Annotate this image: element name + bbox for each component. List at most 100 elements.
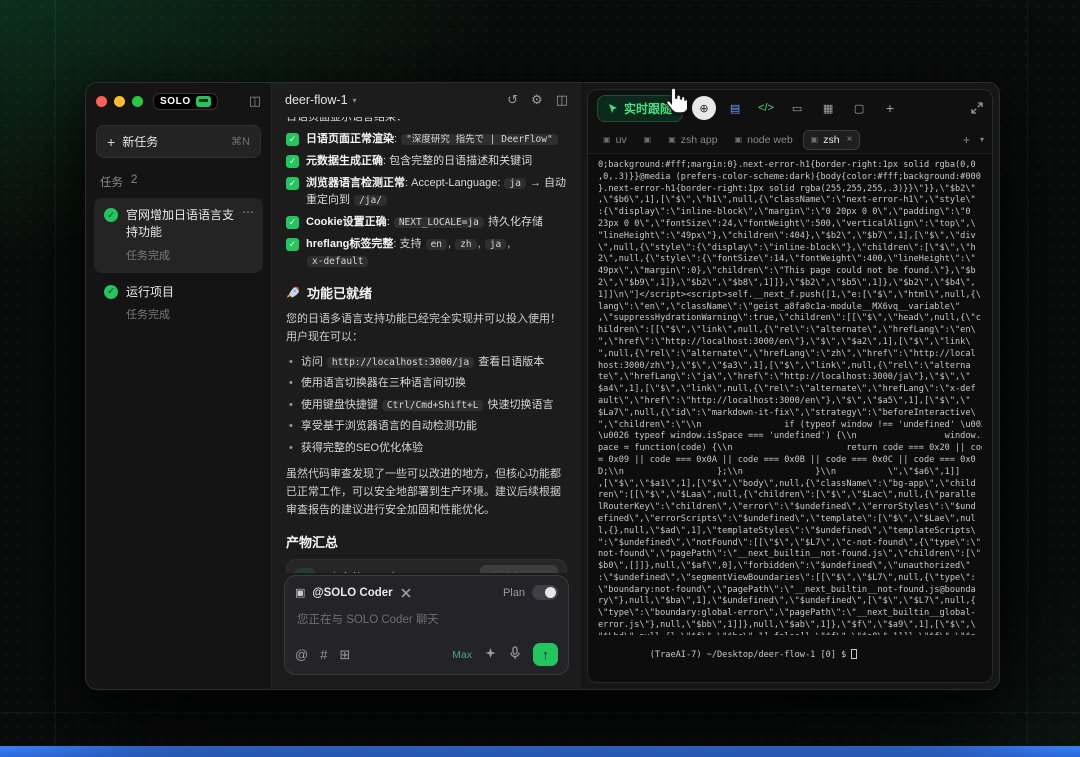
terminal-panel-header: 实时跟随 ⊕▤</>▭▦▢+ [588, 90, 992, 126]
terminal-line: :{\"display\":\"inline-block\",\"margin\… [598, 207, 982, 219]
terminal-tab-zsh[interactable]: ▣zsh× [803, 130, 861, 150]
view-changes-button[interactable]: 查看变更 ▾ [480, 565, 558, 573]
layout-icon[interactable]: ◫ [556, 92, 568, 108]
window-icon[interactable]: ▢ [847, 96, 871, 120]
mic-icon[interactable] [509, 646, 521, 663]
hash-icon[interactable]: # [320, 647, 327, 662]
text-segment: , [507, 238, 510, 250]
sidebar: SOLO ◫ + 新任务 ⌘N 任务 2 ✓官网增加日语语言支持功能任务完成⋯✓… [86, 83, 272, 689]
preview-icon[interactable]: ▭ [785, 96, 809, 120]
rocket-icon [286, 286, 300, 300]
terminal-line: ",null,{\"rel\":\"alternate\",\"hrefLang… [598, 349, 982, 361]
mention-icon[interactable]: @ [295, 647, 308, 662]
expand-icon[interactable] [971, 102, 983, 114]
terminal-tab-zsh-app[interactable]: ▣ zsh app [661, 131, 724, 149]
task-item[interactable]: ✓官网增加日语语言支持功能任务完成⋯ [94, 198, 263, 273]
text-segment: : 包含完整的日语描述和关键词 [383, 155, 532, 167]
text-segment: 持久化存储 [485, 216, 543, 228]
terminal-tab-dropdown-icon[interactable]: ▾ [980, 135, 984, 144]
checklist-text: hreflang标签完整: 支持 en, zh, ja, x-default [306, 236, 567, 270]
check-icon: ✓ [286, 216, 299, 229]
sparkle-icon[interactable] [484, 647, 497, 663]
new-task-button[interactable]: + 新任务 ⌘N [96, 125, 261, 158]
inline-code: http://localhost:3000/ja [327, 357, 474, 368]
terminal-tab[interactable]: ▣ [637, 132, 659, 147]
browser-icon[interactable]: ⊕ [692, 96, 716, 120]
task-item[interactable]: ✓运行项目任务完成 [94, 275, 263, 332]
check-icon: ✓ [286, 177, 299, 190]
terminal-tab-uv[interactable]: ▣uv [596, 131, 634, 149]
chat-header: deer-flow-1 ▾ ↺ ⚙ ◫ [272, 83, 581, 117]
list-item: •访问 http://localhost:3000/ja 查看日语版本 [289, 354, 567, 372]
image-icon[interactable]: ⊞ [339, 647, 350, 663]
plan-toggle[interactable] [532, 585, 558, 600]
new-terminal-tab-icon[interactable]: + [963, 133, 970, 147]
terminal-line: :\"$undefined\",\"segmentViewBoundaries\… [598, 573, 982, 585]
terminal-line: 2\",\"$b9\",1]},\"$b2\",\"$b8\",1]]},\"$… [598, 278, 982, 290]
terminal-prompt: (TraeAI-7) ~/Desktop/deer-flow-1 [0] $ [650, 650, 847, 660]
history-icon[interactable]: ↺ [507, 92, 518, 108]
checklist-text: 浏览器语言检测正常: Accept-Language: ja → 自动重定向到 … [306, 175, 567, 209]
inline-code: "深度研究 指先で | DeerFlow" [401, 134, 558, 145]
sidebar-header: SOLO ◫ [86, 83, 271, 119]
inline-code: ja [504, 178, 525, 189]
inline-code: NEXT_LOCALE=ja [394, 217, 484, 228]
text-segment: 快速切换语言 [484, 399, 553, 411]
bullet-icon: • [289, 440, 293, 458]
terminal-line: ,0,.3)}}@media (prefers-color-scheme:dar… [598, 172, 982, 184]
task-body: 官网增加日语语言支持功能任务完成 [126, 207, 244, 263]
terminal-tab-node-web[interactable]: ▣node web [728, 131, 800, 149]
chat-panel: deer-flow-1 ▾ ↺ ⚙ ◫ 日语页面显示语言结果： ✓日语页面正常渲… [272, 83, 581, 689]
terminal-tab-label: zsh [823, 134, 839, 146]
terminal-cursor [851, 649, 857, 659]
code-icon[interactable]: </> [754, 96, 778, 120]
text-segment: 访问 [301, 356, 326, 368]
file-icon[interactable]: ▤ [723, 96, 747, 120]
terminal-output[interactable]: 0;background:#fff;margin:0}.next-error-h… [588, 154, 992, 682]
checklist-item: ✓ Cookie设置正确: NEXT_LOCALE=ja 持久化存储 [286, 214, 567, 231]
project-title-dropdown[interactable]: deer-flow-1 ▾ [285, 93, 357, 107]
chat-messages[interactable]: 日语页面显示语言结果： ✓日语页面正常渲染: "深度研究 指先で | DeerF… [272, 117, 581, 573]
plan-label: Plan [503, 587, 525, 599]
changes-summary-card[interactable]: </> 3个文件已更改 +6 -4 查看变更 ▾ [286, 559, 567, 573]
terminal-tab-icon: ▣ [668, 135, 676, 144]
task-more-icon[interactable]: ⋯ [242, 205, 254, 219]
deletions-count: -4 [424, 572, 434, 573]
checklist-item: ✓hreflang标签完整: 支持 en, zh, ja, x-default [286, 236, 567, 270]
agent-name[interactable]: @SOLO Coder [312, 587, 392, 599]
settings-icon[interactable]: ⚙ [531, 92, 543, 108]
terminal-line: \u0026 typeof window.isSpace === 'undefi… [598, 431, 982, 443]
terminal-line: 1]]\n\"]</script><script>self.__next_f.p… [598, 290, 982, 302]
checklist-text: Cookie设置正确: NEXT_LOCALE=ja 持久化存储 [306, 214, 543, 231]
zoom-window-button[interactable] [132, 96, 143, 107]
terminal-tab-bar: ▣uv▣▣zsh app▣node web▣zsh× + ▾ [588, 126, 992, 154]
terminal-tab-label: zsh app [681, 134, 718, 146]
close-tab-icon[interactable]: × [847, 134, 853, 145]
terminal-line: ,\"$b6\",1],[\"$\",\"h1\",null,{\"classN… [598, 195, 982, 207]
text-segment: : Accept-Language: [405, 177, 503, 189]
terminal-line: te\",\"hrefLang\":\"ja\",\"href\":\"http… [598, 372, 982, 384]
tasks-header: 任务 2 [86, 162, 271, 196]
terminal-line: ry\"},null,\"$ba\",1],\"$undefined\",\"$… [598, 596, 982, 608]
send-button[interactable]: ↑ [533, 643, 558, 666]
terminal-line: not-found\",\"pagePath\":\"__next_builti… [598, 549, 982, 561]
terminal-line: ren\":[[\"$\",\"$Laa\",null,{\"children\… [598, 490, 982, 502]
chat-input[interactable]: 您正在与 SOLO Coder 聊天 [297, 611, 556, 627]
close-window-button[interactable] [96, 96, 107, 107]
terminal-line: 0;background:#fff;margin:0}.next-error-h… [598, 160, 982, 172]
checklist-item: ✓ 浏览器语言检测正常: Accept-Language: ja → 自动重定向到… [286, 175, 567, 209]
add-panel-icon[interactable]: + [878, 96, 902, 120]
tools-icon[interactable] [400, 587, 412, 599]
terminal-line: ,\"suppressHydrationWarning\":true,\"chi… [598, 313, 982, 325]
text-segment: 使用语言切换器在三种语言间切换 [301, 377, 466, 389]
bullet-icon: • [289, 418, 293, 436]
task-status: 任务完成 [126, 306, 174, 322]
terminal-line: D;\\n };\\n }\\n \",\"$a6\",1]] [598, 467, 982, 479]
table-icon[interactable]: ▦ [816, 96, 840, 120]
max-mode-label[interactable]: Max [452, 649, 472, 661]
text-segment: : [394, 133, 400, 145]
terminal-line: host:3000/zh\"},\"$\",\"$a3\",1],[\"$\",… [598, 361, 982, 373]
minimize-window-button[interactable] [114, 96, 125, 107]
agent-avatar-icon: ▣ [295, 586, 305, 599]
collapse-sidebar-icon[interactable]: ◫ [249, 93, 261, 109]
